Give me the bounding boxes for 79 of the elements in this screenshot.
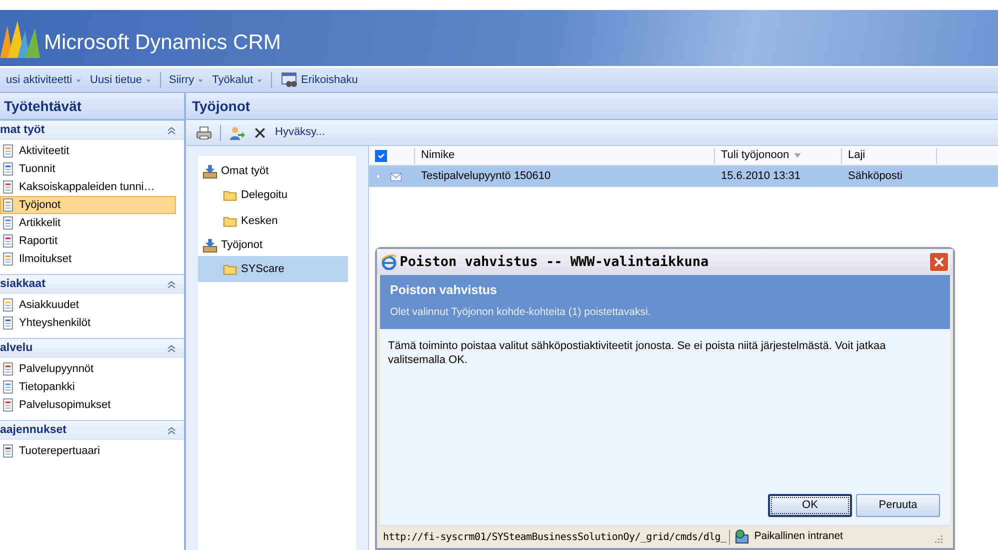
status-url: http://fi-syscrm01/SYSteamBusinessSolutionOy/_grid/cmds/dlg_	[380, 530, 730, 544]
nav-item[interactable]: Palvelupyynnöt	[0, 360, 176, 378]
menu-button[interactable]: usi aktiviteetti	[6, 72, 82, 88]
status-zone: Paikallinen intranet	[754, 529, 843, 544]
approve-button[interactable]: Hyväksy...	[275, 124, 325, 141]
section-header[interactable]: siakkaat	[0, 274, 184, 294]
grid-cell-text: Sähköposti	[847, 169, 904, 184]
print-button[interactable]	[196, 124, 212, 140]
assign-button[interactable]	[229, 124, 245, 140]
collapse-icon[interactable]	[167, 426, 176, 435]
dialog-title: Poiston vahvistus -- WWW-valintaikkuna	[400, 252, 709, 272]
menu-button[interactable]: Työkalut	[212, 72, 264, 88]
nav-item[interactable]: Palvelusopimukset	[0, 396, 176, 414]
envelope-icon	[388, 170, 404, 182]
inbox-tray-icon	[202, 164, 218, 178]
collapse-icon[interactable]	[167, 344, 176, 353]
section-header[interactable]: alvelu	[0, 338, 184, 358]
document-icon	[1, 198, 15, 212]
grid-cell-text: 15.6.2010 13:31	[720, 169, 802, 184]
caret-icon	[197, 76, 204, 84]
section-title: aajennukset	[0, 422, 66, 438]
tree-node[interactable]: Kesken	[198, 208, 348, 234]
close-button[interactable]	[929, 252, 949, 272]
column-header[interactable]: Tuli työjonoon	[715, 148, 842, 164]
expand-icon[interactable]	[375, 172, 382, 181]
menu-button[interactable]: Siirry	[169, 72, 204, 88]
close-icon	[253, 126, 267, 140]
nav-item[interactable]: Aktiviteetit	[0, 142, 176, 160]
folder-icon	[222, 214, 238, 228]
tree-node[interactable]: Työjonot	[198, 234, 348, 256]
dialog-message: Tämä toiminto poistaa valitut sähköpostiaktiviteetit jonosta. Se ei poista niitä järjestelmästä. Voit jatkaa valitsemalla OK.	[387, 338, 887, 368]
nav-item[interactable]: Yhteyshenkilöt	[0, 314, 176, 332]
folder-icon	[222, 262, 238, 276]
nav-item[interactable]: Tuoterepertuaari	[0, 442, 176, 460]
select-all-checkbox[interactable]	[375, 150, 387, 162]
nav-item[interactable]: Tuonnit	[0, 160, 176, 178]
printer-icon	[196, 124, 212, 140]
advanced-find-button[interactable]: Erikoishaku	[280, 72, 358, 88]
section-header[interactable]: aajennukset	[0, 420, 184, 440]
dialog-heading: Poiston vahvistus	[390, 282, 498, 299]
collapse-icon[interactable]	[167, 126, 176, 135]
person-arrow-icon	[229, 124, 245, 140]
section-title: mat työt	[0, 122, 45, 138]
globe-computer-icon	[734, 529, 750, 545]
sort-icon	[793, 151, 802, 160]
column-header[interactable]: Nimike	[415, 148, 715, 164]
collapse-icon[interactable]	[167, 280, 176, 289]
dialog-button[interactable]: OK	[768, 494, 852, 517]
section-title: alvelu	[0, 340, 33, 356]
nav-item[interactable]: Työjonot	[0, 196, 176, 214]
tree-node[interactable]: Delegoitu	[198, 182, 348, 208]
pane-title: Työtehtävät	[0, 93, 184, 120]
column-header[interactable]: Laji	[842, 148, 937, 164]
nav-item[interactable]: Raportit	[0, 232, 176, 250]
tree-node[interactable]: Omat työt	[198, 160, 348, 182]
dialog-subheading: Olet valinnut Työjonon kohde-kohteita (1) poistettavaksi.	[390, 304, 652, 320]
menu-button[interactable]: Uusi tietue	[90, 72, 152, 88]
caret-icon	[256, 76, 264, 84]
nav-item[interactable]: Kaksoiskappaleiden tunni…	[0, 178, 176, 196]
logo-text: Microsoft Dynamics CRM	[44, 30, 281, 56]
grid-cell-text: Testipalvelupyyntö 150610	[420, 169, 552, 184]
close-icon	[933, 256, 945, 268]
binoculars-icon	[280, 72, 298, 88]
folder-icon	[222, 188, 238, 202]
inbox-tray-icon	[202, 238, 218, 252]
pane-title: Työjonot	[186, 93, 998, 120]
nav-item[interactable]: Ilmoitukset	[0, 250, 176, 268]
section-header[interactable]: mat työt	[0, 120, 184, 140]
nav-item[interactable]: Tietopankki	[0, 378, 176, 396]
dialog-button[interactable]: Peruuta	[856, 494, 940, 517]
tree-node[interactable]: SYScare	[198, 256, 348, 282]
nav-item[interactable]: Asiakkuudet	[0, 296, 176, 314]
nav-item[interactable]: Artikkelit	[0, 214, 176, 232]
delete-button[interactable]	[253, 126, 267, 140]
caret-icon	[145, 76, 152, 84]
section-title: siakkaat	[0, 276, 46, 292]
browser-icon	[381, 254, 397, 270]
grid-row[interactable]: Testipalvelupyyntö 150610 15.6.2010 13:31 Sähköposti	[369, 166, 998, 187]
caret-icon	[75, 76, 82, 84]
